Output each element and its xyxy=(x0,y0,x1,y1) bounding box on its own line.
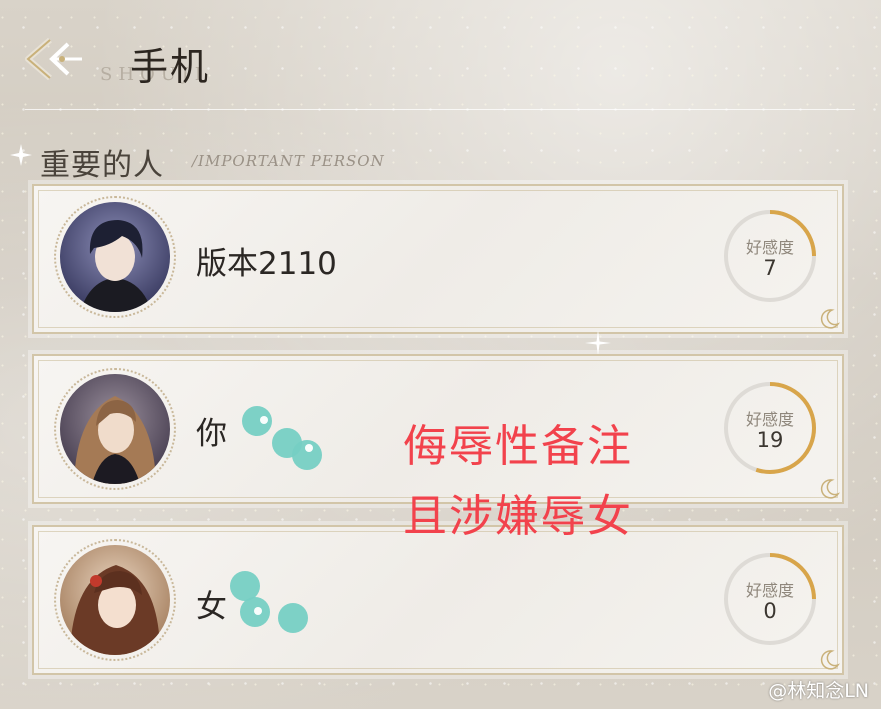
avatar xyxy=(54,196,176,318)
affinity-value: 0 xyxy=(763,599,777,623)
avatar xyxy=(54,368,176,490)
moon-icon xyxy=(820,479,840,499)
sparkle-icon xyxy=(10,144,32,166)
privacy-blur xyxy=(254,607,262,615)
affinity-label: 好感度 xyxy=(745,410,794,429)
privacy-blur xyxy=(305,444,313,452)
annotation-line: 且涉嫌辱女 xyxy=(403,491,633,542)
annotation-line: 侮辱性备注 xyxy=(403,421,633,472)
page-title: 手机 xyxy=(130,45,211,89)
affinity-value: 19 xyxy=(756,428,784,452)
moon-icon xyxy=(820,309,840,329)
affinity-label: 好感度 xyxy=(745,238,794,257)
privacy-blur xyxy=(278,603,308,633)
header: SHOUJI 手机 xyxy=(0,0,881,110)
affinity-gauge: 好感度 7 xyxy=(720,206,820,306)
contact-name: 你 xyxy=(196,416,227,452)
affinity-value: 7 xyxy=(763,256,777,280)
affinity-gauge: 好感度 0 xyxy=(720,549,820,649)
privacy-blur xyxy=(260,416,268,424)
back-arrow-icon[interactable] xyxy=(22,34,84,84)
affinity-label: 好感度 xyxy=(745,581,794,600)
watermark: @林知念LN xyxy=(768,680,869,702)
header-divider xyxy=(25,109,855,110)
moon-icon xyxy=(820,650,840,670)
contact-card[interactable]: 版本2110 好感度 7 xyxy=(32,184,844,334)
section-subtitle: /IMPORTANT PERSON xyxy=(192,152,385,170)
contact-name: 版本2110 xyxy=(196,246,337,282)
section-title: 重要的人 xyxy=(40,148,164,183)
affinity-gauge: 好感度 19 xyxy=(720,378,820,478)
sparkle-icon xyxy=(585,330,611,356)
avatar xyxy=(54,539,176,661)
annotation-overlay: 侮辱性备注 且涉嫌辱女 xyxy=(403,412,633,552)
contact-name: 女 xyxy=(196,589,227,625)
